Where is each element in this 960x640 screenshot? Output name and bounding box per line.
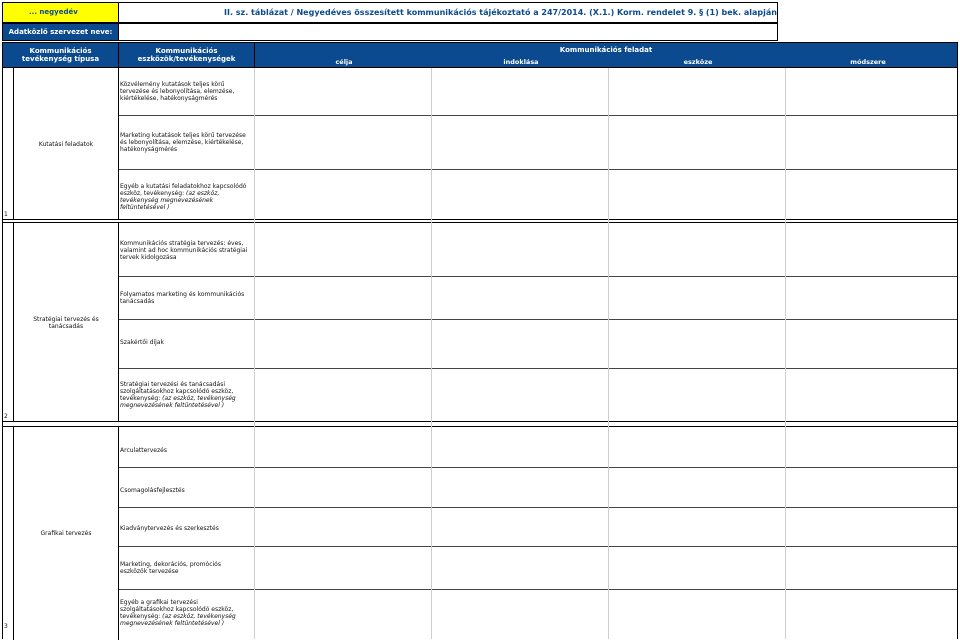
col-sub-modszer: módszere <box>850 58 886 66</box>
tool-item: Egyéb a grafikai tervezési szolgáltatáso… <box>120 599 236 627</box>
org-name-input[interactable] <box>118 23 778 41</box>
section-number: 2 <box>4 413 8 420</box>
type-cell: Grafikai tervezés <box>13 427 119 640</box>
data-table: 1 Kutatási feladatok Közvélemény kutatás… <box>2 68 958 640</box>
type-cell: Stratégiai tervezés és tanácsadás <box>13 223 119 422</box>
tool-item: Kommunikációs stratégia tervezés: éves, … <box>120 240 248 261</box>
section-2: 2 Stratégiai tervezés és tanácsadás Komm… <box>3 222 957 422</box>
title-cell: II. sz. táblázat / Negyedéves összesítet… <box>118 2 778 23</box>
type-label: Kutatási feladatok <box>38 140 94 148</box>
tool-item: Szakértői díjak <box>120 339 164 346</box>
row-divider <box>119 546 957 547</box>
col-header-task-label: Kommunikációs feladat <box>559 46 653 54</box>
col-header-type-label: Kommunikációs tevékenység típusa <box>21 47 100 63</box>
col-sub-eszkoz: eszköze <box>683 58 713 66</box>
org-label: Adatközlő szervezet neve: <box>8 28 113 36</box>
tool-item: Stratégiai tervezési és tanácsadási szol… <box>120 381 236 409</box>
tool-item: Folyamatos marketing és kommunikációs ta… <box>120 291 245 305</box>
type-cell: Kutatási feladatok <box>13 68 119 220</box>
tool-item: Közvélemény kutatások teljes körű tervez… <box>120 81 235 102</box>
row-divider <box>119 319 957 320</box>
section-number: 3 <box>4 623 8 630</box>
period-label: ... negyedév <box>29 8 78 16</box>
page-title: II. sz. táblázat / Negyedéves összesítet… <box>224 8 777 17</box>
col-header-task: Kommunikációs feladat célja indoklása es… <box>254 42 958 68</box>
row-divider <box>119 467 957 468</box>
row-divider <box>119 368 957 369</box>
col-header-tools: Kommunikációs eszközök/tevékenységek <box>118 42 255 68</box>
type-label: Stratégiai tervezés és tanácsadás <box>33 315 99 330</box>
tool-item: Kiadványtervezés és szerkesztés <box>120 525 219 532</box>
type-label: Grafikai tervezés <box>40 530 92 537</box>
tool-item: Csomagolásfejlesztés <box>120 487 185 494</box>
col-header-tools-label: Kommunikációs eszközök/tevékenységek <box>137 47 236 63</box>
tool-item: Marketing, dekorációs, promóciós eszközö… <box>120 561 221 575</box>
org-label-cell: Adatközlő szervezet neve: <box>2 23 119 41</box>
section-number: 1 <box>4 211 8 218</box>
grid-line <box>785 68 786 639</box>
grid-line <box>254 68 255 639</box>
period-cell: ... negyedév <box>2 2 119 23</box>
row-divider <box>119 115 957 116</box>
section-1: 1 Kutatási feladatok Közvélemény kutatás… <box>3 68 957 220</box>
col-sub-cel: célja <box>335 58 353 66</box>
tool-item: Egyéb a kutatási feladatokhoz kapcsolódó… <box>120 183 247 211</box>
row-divider <box>119 169 957 170</box>
section-3: 3 Grafikai tervezés Arculattervezés Csom… <box>3 426 957 640</box>
row-divider <box>119 507 957 508</box>
row-divider <box>119 276 957 277</box>
tool-item: Arculattervezés <box>120 447 167 454</box>
row-divider <box>119 589 957 590</box>
col-sub-indoklas: indoklása <box>503 58 539 66</box>
grid-line <box>431 68 432 639</box>
tool-item: Marketing kutatások teljes körű tervezés… <box>120 132 246 153</box>
col-header-type: Kommunikációs tevékenység típusa <box>2 42 119 68</box>
grid-line <box>608 68 609 639</box>
